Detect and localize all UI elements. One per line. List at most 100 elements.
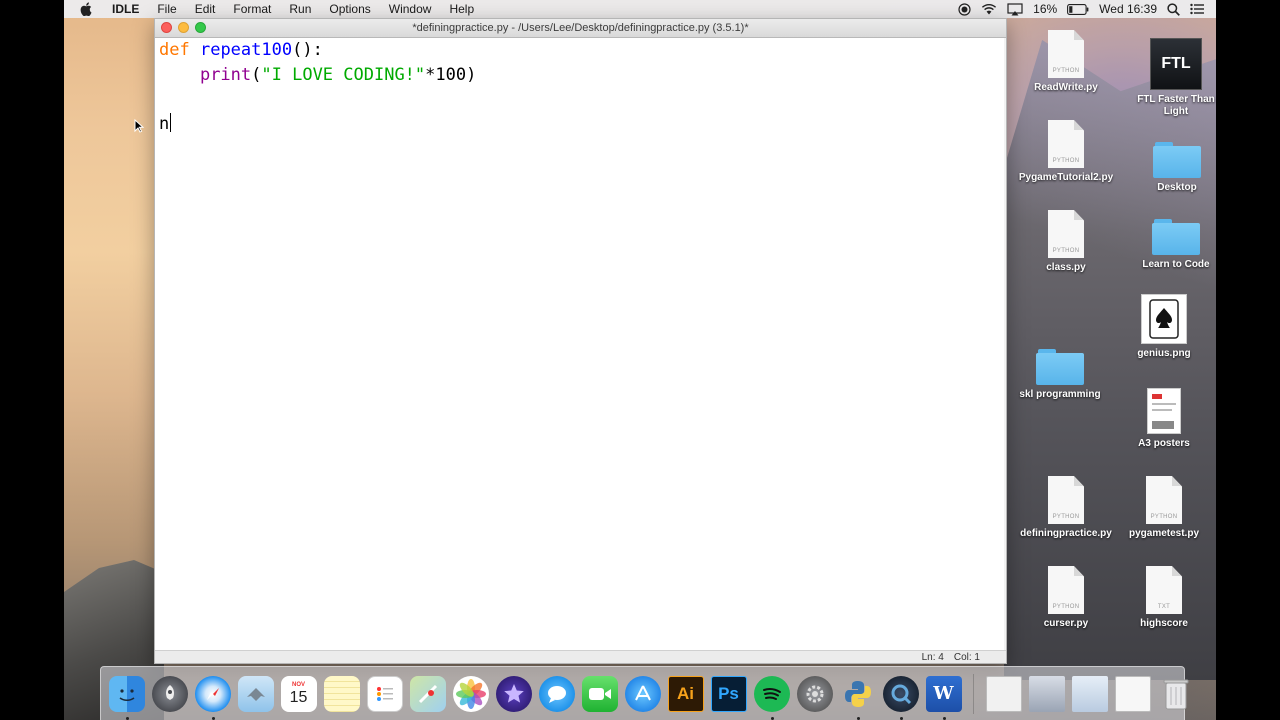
window-title-bar[interactable]: *definingpractice.py - /Users/Lee/Deskto…	[155, 19, 1006, 38]
dock: NOV 15 Ai Ps W	[100, 666, 1188, 720]
word-icon[interactable]: W	[925, 675, 962, 720]
desktop-icon-label: curser.py	[1043, 618, 1089, 629]
menu-format[interactable]: Format	[224, 0, 280, 18]
code-line-3[interactable]	[159, 87, 1004, 112]
desktop-icon-label: Learn to Code	[1142, 259, 1210, 270]
launchpad-icon[interactable]	[151, 675, 188, 712]
folder-icon	[1152, 219, 1200, 255]
ftl-app-icon: FTL	[1150, 38, 1202, 90]
imovie-icon[interactable]	[495, 675, 532, 712]
spotlight-search-icon[interactable]	[1167, 2, 1180, 16]
desktop-icon-desktop-folder[interactable]: Desktop	[1127, 126, 1216, 194]
downloads-stack-icon[interactable]	[1114, 675, 1151, 712]
trash-icon[interactable]	[1158, 676, 1194, 712]
string-token: "I LOVE CODING!"	[261, 64, 426, 85]
desktop-icon-curser[interactable]: PYTHON curser.py	[1016, 562, 1116, 630]
mail-icon[interactable]	[237, 675, 274, 712]
poster-file-icon	[1147, 388, 1181, 434]
close-window-button[interactable]	[161, 22, 172, 33]
quicktime-icon[interactable]	[882, 675, 919, 720]
python-file-icon: PYTHON	[1048, 476, 1084, 524]
builtin-token: print	[199, 64, 252, 85]
menu-app-name[interactable]: IDLE	[106, 0, 148, 18]
app-store-icon[interactable]	[624, 675, 661, 712]
maps-icon[interactable]	[409, 675, 446, 712]
desktop-icon-label: pygametest.py	[1128, 528, 1200, 539]
desktop-icon-ftl[interactable]: FTL FTL Faster Than Light	[1126, 38, 1216, 118]
desktop-icon-genius[interactable]: genius.png	[1114, 292, 1214, 360]
notification-center-icon[interactable]	[1190, 3, 1204, 15]
menu-bar: IDLE File Edit Format Run Options Window…	[64, 0, 1216, 18]
zoom-window-button[interactable]	[195, 22, 206, 33]
menu-clock[interactable]: Wed 16:39	[1099, 0, 1157, 18]
code-line-1[interactable]: def repeat100():	[159, 38, 1004, 63]
photoshop-icon[interactable]: Ps	[710, 675, 747, 712]
folder-icon	[1153, 142, 1201, 178]
illustrator-icon[interactable]: Ai	[667, 675, 704, 712]
menu-edit[interactable]: Edit	[186, 0, 225, 18]
messages-icon[interactable]	[538, 675, 575, 712]
screenshot-thumbnail-icon[interactable]	[1028, 675, 1065, 712]
keyword-token: def	[159, 40, 190, 60]
menu-window[interactable]: Window	[380, 0, 441, 18]
desktop-icon-label: PygameTutorial2.py	[1018, 172, 1114, 183]
code-editor[interactable]: def repeat100(): print("I LOVE CODING!"*…	[155, 38, 1005, 652]
definition-token: repeat100	[199, 40, 293, 60]
calendar-month: NOV	[291, 681, 305, 688]
dock-separator	[973, 673, 974, 714]
document-stack-icon[interactable]	[985, 675, 1022, 712]
finder-icon[interactable]	[108, 675, 145, 720]
desktop-icon-learn-to-code[interactable]: Learn to Code	[1126, 203, 1216, 271]
desktop-icon-label: genius.png	[1137, 348, 1191, 359]
menu-help[interactable]: Help	[440, 0, 483, 18]
idle-editor-window: *definingpractice.py - /Users/Lee/Deskto…	[154, 18, 1007, 664]
window-title: *definingpractice.py - /Users/Lee/Deskto…	[412, 22, 749, 34]
text-cursor	[170, 112, 172, 132]
desktop-icon-label: highscore	[1140, 618, 1188, 629]
status-area: 16% Wed 16:39	[958, 0, 1216, 18]
minimize-window-button[interactable]	[178, 22, 189, 33]
record-icon[interactable]	[958, 2, 971, 16]
window-thumbnail-icon[interactable]	[1071, 675, 1108, 712]
python-launcher-icon[interactable]	[840, 676, 876, 720]
notes-icon[interactable]	[323, 675, 360, 712]
system-preferences-icon[interactable]	[796, 675, 833, 712]
desktop-icon-label: FTL Faster Than Light	[1137, 94, 1215, 117]
spotify-icon[interactable]	[753, 675, 790, 720]
code-line-4[interactable]: n	[159, 112, 1004, 137]
desktop-icon-label: Desktop	[1157, 182, 1197, 193]
reminders-icon[interactable]	[366, 675, 403, 712]
desktop-icon-label: ReadWrite.py	[1034, 82, 1098, 93]
desktop-icon-label: class.py	[1046, 262, 1086, 273]
battery-icon[interactable]	[1067, 3, 1089, 15]
calendar-icon[interactable]: NOV 15	[280, 675, 317, 712]
editor-status-bar: Ln: 4 Col: 1	[155, 650, 1006, 663]
menu-options[interactable]: Options	[320, 0, 379, 18]
safari-icon[interactable]	[194, 675, 231, 720]
desktop-screen: IDLE File Edit Format Run Options Window…	[64, 0, 1216, 720]
desktop-icon-readwrite[interactable]: PYTHON ReadWrite.py	[1016, 26, 1116, 94]
facetime-icon[interactable]	[581, 675, 618, 712]
python-file-icon: PYTHON	[1048, 120, 1084, 168]
desktop-icon-pygametest[interactable]: PYTHON pygametest.py	[1114, 472, 1214, 540]
desktop-icon-class[interactable]: PYTHON class.py	[1016, 206, 1116, 274]
desktop-icon-label: A3 posters	[1138, 438, 1190, 449]
menu-run[interactable]: Run	[280, 0, 320, 18]
desktop-icon-skl-programming[interactable]: skl programming	[1010, 333, 1110, 401]
desktop-icon-label: skl programming	[1019, 389, 1101, 400]
desktop-icon-highscore[interactable]: TXT highscore	[1114, 562, 1214, 630]
desktop-icon-pygametutorial2[interactable]: PYTHON PygameTutorial2.py	[1016, 116, 1116, 184]
vertical-scrollbar[interactable]	[1004, 38, 1006, 652]
photos-icon[interactable]	[452, 675, 489, 712]
desktop-icon-label: definingpractice.py	[1020, 528, 1112, 539]
text-file-icon: TXT	[1146, 566, 1182, 614]
code-line-2[interactable]: print("I LOVE CODING!"*100)	[159, 63, 1004, 88]
python-file-icon: PYTHON	[1048, 210, 1084, 258]
menu-file[interactable]: File	[148, 0, 185, 18]
airplay-icon[interactable]	[1007, 2, 1023, 16]
wifi-icon[interactable]	[981, 3, 997, 15]
python-file-icon: PYTHON	[1048, 30, 1084, 78]
desktop-icon-a3-posters[interactable]: A3 posters	[1114, 382, 1214, 450]
apple-menu-icon[interactable]	[80, 2, 94, 16]
desktop-icon-definingpractice[interactable]: PYTHON definingpractice.py	[1016, 472, 1116, 540]
